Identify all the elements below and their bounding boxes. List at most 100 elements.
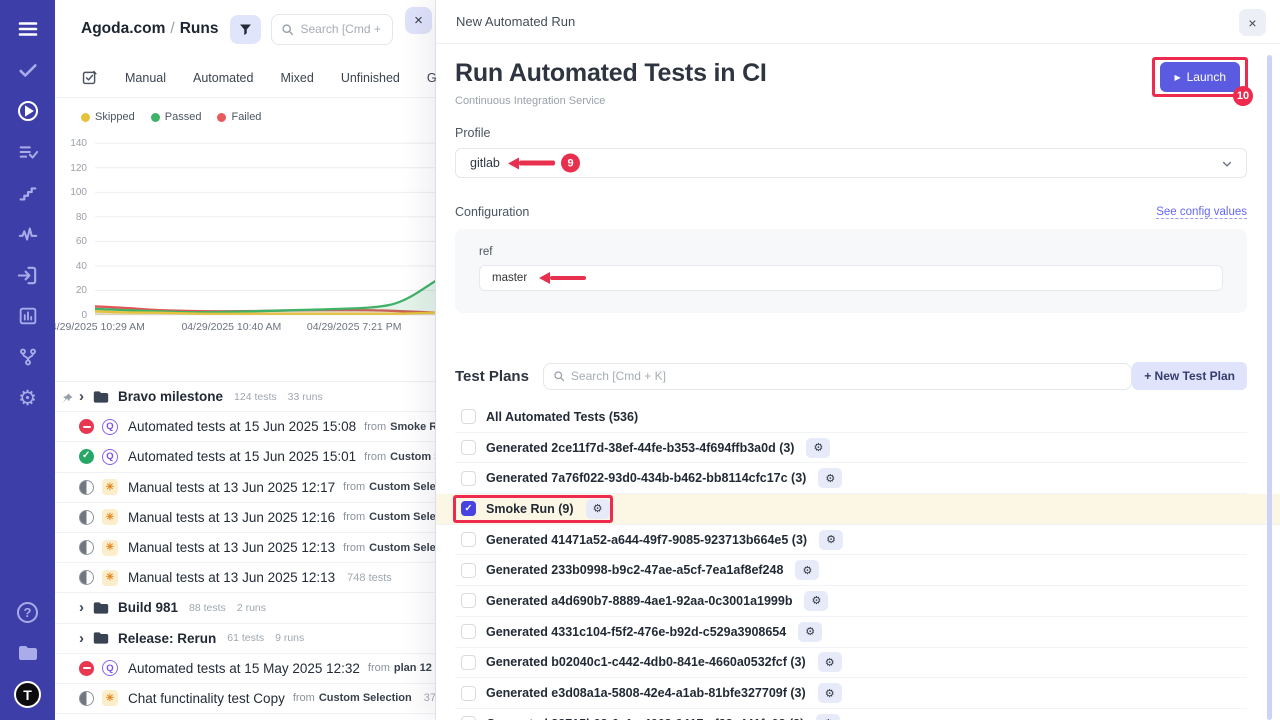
test-plan-row[interactable]: Generated 41471a52-a644-49f7-9085-923713…: [455, 525, 1247, 556]
y-axis-tick: 120: [55, 163, 87, 174]
steps-nav-button[interactable]: [15, 180, 41, 206]
plan-settings-button[interactable]: ⚙: [816, 714, 840, 720]
filter-button[interactable]: [230, 15, 261, 44]
profile-label: Profile: [455, 126, 1247, 140]
runs-panel-close-button[interactable]: ×: [405, 7, 432, 34]
drawer-scrollbar[interactable]: [1267, 55, 1272, 720]
folder-runs-count: 2 runs: [237, 602, 266, 614]
plan-settings-button[interactable]: ⚙: [819, 530, 843, 550]
pulse-nav-button[interactable]: [15, 221, 41, 247]
chevron-right-icon[interactable]: ›: [79, 388, 84, 405]
run-row[interactable]: ✳Chat functinality test CopyfromCustom S…: [55, 684, 435, 714]
plan-checkbox[interactable]: [461, 716, 476, 720]
plan-label: Generated b02040c1-c442-4db0-841e-4660a0…: [486, 655, 806, 669]
plan-settings-button[interactable]: ⚙: [804, 591, 828, 611]
profile-select[interactable]: gitlab 9: [455, 148, 1247, 178]
drawer-close-button[interactable]: ×: [1239, 9, 1266, 36]
plan-checkbox[interactable]: [461, 655, 476, 670]
plan-checkbox[interactable]: ✓: [461, 501, 476, 516]
test-plan-row[interactable]: All Automated Tests (536): [455, 402, 1247, 433]
test-plan-row[interactable]: Generated 4331c104-f5f2-476e-b92d-c529a3…: [455, 617, 1247, 648]
folder-row[interactable]: ›Release: Rerun61 tests9 runs: [55, 624, 435, 654]
plan-settings-button[interactable]: ⚙: [795, 560, 819, 580]
breadcrumb-project[interactable]: Agoda.com: [81, 20, 165, 37]
import-nav-button[interactable]: [15, 262, 41, 288]
folder-icon: [93, 390, 109, 404]
automated-run-icon: Q: [102, 660, 118, 676]
run-title: Automated tests at 15 Jun 2025 15:08: [128, 419, 356, 434]
run-title: Automated tests at 15 May 2025 12:32: [128, 661, 360, 676]
test-plan-row[interactable]: Generated a4d690b7-8889-4ae1-92aa-0c3001…: [455, 586, 1247, 617]
list-check-nav-button[interactable]: [15, 139, 41, 165]
manual-run-icon: ✳: [102, 570, 118, 586]
new-test-plan-button[interactable]: + New Test Plan: [1132, 362, 1247, 390]
plan-checkbox[interactable]: [461, 409, 476, 424]
test-plan-row[interactable]: Generated 233b0998-b9c2-47ae-a5cf-7ea1af…: [455, 555, 1247, 586]
run-source: Custom Selection: [319, 692, 412, 704]
check-nav-button[interactable]: [15, 57, 41, 83]
plan-label: Generated 2ce11f7d-38ef-44fe-b353-4f694f…: [486, 441, 794, 455]
play-icon: ▶: [1174, 73, 1180, 82]
automated-run-icon: Q: [102, 449, 118, 465]
search-icon: [553, 370, 565, 382]
run-row[interactable]: ✳Manual tests at 13 Jun 2025 12:17fromCu…: [55, 473, 435, 503]
plan-settings-button[interactable]: ⚙: [818, 468, 842, 488]
play-runs-nav-button[interactable]: [15, 98, 41, 124]
ref-input[interactable]: [479, 265, 1223, 291]
test-plan-row[interactable]: Generated 2ce11f7d-38ef-44fe-b353-4f694f…: [455, 433, 1247, 464]
test-plan-row[interactable]: Generated 83715b93-6c1e-4663-9417-ef23a4…: [455, 709, 1247, 720]
run-row[interactable]: QAutomated tests at 15 Jun 2025 15:08fro…: [55, 412, 435, 442]
chevron-right-icon[interactable]: ›: [79, 630, 84, 647]
test-plan-row[interactable]: Generated e3d08a1a-5808-42e4-a1ab-81bfe3…: [455, 678, 1247, 709]
folder-row[interactable]: ›Bravo milestone124 tests33 runs: [55, 382, 435, 412]
plan-checkbox[interactable]: [461, 532, 476, 547]
launch-button[interactable]: ▶ Launch: [1160, 62, 1240, 92]
test-plans-search-input[interactable]: [571, 369, 1122, 383]
test-plan-row[interactable]: Generated 7a76f022-93d0-434b-b462-bb8114…: [455, 463, 1247, 494]
legend-dot: [217, 113, 226, 122]
legend-dot: [81, 113, 90, 122]
test-plan-list: All Automated Tests (536) Generated 2ce11…: [455, 402, 1247, 720]
profile-avatar[interactable]: T: [14, 681, 41, 708]
plan-checkbox[interactable]: [461, 593, 476, 608]
plan-checkbox[interactable]: [461, 624, 476, 639]
run-row[interactable]: QAutomated tests at 15 May 2025 12:32fro…: [55, 654, 435, 684]
branch-nav-button[interactable]: [15, 344, 41, 370]
plan-settings-button[interactable]: ⚙: [818, 683, 842, 703]
plan-checkbox[interactable]: [461, 440, 476, 455]
help-button[interactable]: ?: [15, 599, 41, 625]
plan-settings-button[interactable]: ⚙: [818, 652, 842, 672]
tab-automated[interactable]: Automated: [193, 71, 253, 85]
run-title: Automated tests at 15 Jun 2025 15:01: [128, 449, 356, 464]
run-row[interactable]: ✳Manual tests at 13 Jun 2025 12:16fromCu…: [55, 503, 435, 533]
run-row[interactable]: ✳Manual tests at 13 Jun 2025 12:13fromCu…: [55, 533, 435, 563]
bar-chart-nav-button[interactable]: [15, 303, 41, 329]
hamburger-menu-button[interactable]: [15, 16, 41, 42]
folder-row[interactable]: ›Build 98188 tests2 runs: [55, 593, 435, 623]
tab-unfinished[interactable]: Unfinished: [341, 71, 400, 85]
settings-nav-button[interactable]: ⚙: [15, 385, 41, 411]
plan-checkbox[interactable]: [461, 686, 476, 701]
breadcrumb-page: Runs: [180, 20, 219, 37]
plan-settings-button[interactable]: ⚙: [586, 499, 610, 519]
run-tests-count: 748 tests: [347, 572, 392, 584]
see-config-values-link[interactable]: See config values: [1156, 206, 1247, 219]
plan-checkbox[interactable]: [461, 563, 476, 578]
tab-manual[interactable]: Manual: [125, 71, 166, 85]
checklist-icon[interactable]: [81, 69, 98, 86]
test-plan-row[interactable]: ✓Smoke Run (9)⚙: [436, 494, 1280, 525]
runs-search-input[interactable]: [300, 22, 383, 36]
tab-mixed[interactable]: Mixed: [280, 71, 313, 85]
plan-settings-button[interactable]: ⚙: [798, 622, 822, 642]
chevron-right-icon[interactable]: ›: [79, 599, 84, 616]
runs-panel-header: Agoda.com/Runs ×: [55, 0, 435, 58]
run-row[interactable]: ✳Manual tests at 13 Jun 2025 12:13748 te…: [55, 563, 435, 593]
progress-status-icon: [79, 510, 94, 525]
plan-settings-button[interactable]: ⚙: [806, 438, 830, 458]
legend-skipped: Skipped: [81, 111, 135, 123]
test-plan-row[interactable]: Generated b02040c1-c442-4db0-841e-4660a0…: [455, 648, 1247, 679]
run-row[interactable]: Q Automated tests at 15 Jun 2025 15:01 fro…: [55, 442, 435, 472]
docs-button[interactable]: [15, 640, 41, 666]
from-label: from: [364, 451, 386, 463]
plan-checkbox[interactable]: [461, 471, 476, 486]
